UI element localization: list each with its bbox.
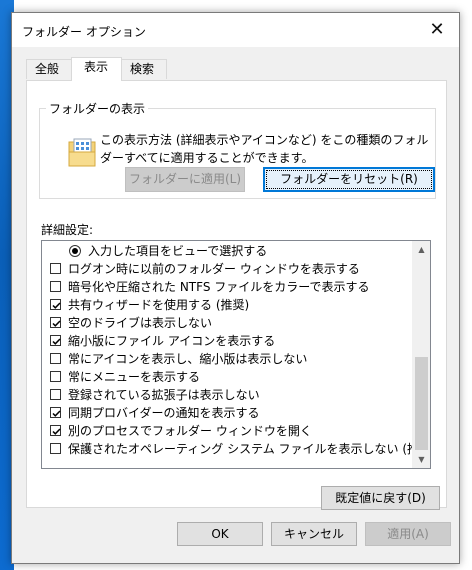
reset-folders-label: フォルダーをリセット(R) [266,170,432,189]
scroll-up-arrow-icon[interactable]: ▲ [413,241,430,258]
option-label: ログオン時に以前のフォルダー ウィンドウを表示する [68,262,360,276]
ok-button[interactable]: OK [177,522,263,546]
checkbox-checked[interactable] [50,335,61,346]
cancel-button[interactable]: キャンセル [271,522,357,546]
option-label: 別のプロセスでフォルダー ウィンドウを開く [68,424,312,438]
folder-views-legend: フォルダーの表示 [46,100,149,117]
option-label: 空のドライブは表示しない [68,316,213,330]
option-label: 常にメニューを表示する [68,370,201,384]
checkmark-icon [52,428,61,435]
option-label: 保護されたオペレーティング システム ファイルを表示しない (推奨) [68,442,431,456]
scrollbar-thumb[interactable] [415,357,428,450]
title-bar: フォルダー オプション ✕ [12,13,459,47]
checkmark-icon [52,302,61,309]
checkbox-unchecked[interactable] [50,443,61,454]
checkbox-checked[interactable] [50,317,61,328]
restore-defaults-button[interactable]: 既定値に戻す(D) [321,486,440,510]
tab-view[interactable]: 表示 [71,57,122,81]
window-title: フォルダー オプション [22,25,146,39]
close-icon[interactable]: ✕ [423,19,451,41]
checkbox-checked[interactable] [50,407,61,418]
option-label: 常にアイコンを表示し、縮小版は表示しない [68,352,308,366]
folder-options-dialog: フォルダー オプション ✕ 全般 表示 検索 フォルダーの表示 この表示方法 (… [11,12,460,564]
checkbox-checked[interactable] [50,299,61,310]
option-label: 登録されている拡張子は表示しない [68,388,260,402]
apply-to-folders-button[interactable]: フォルダーに適用(L) [125,167,245,192]
option-label: 入力した項目をビューで選択する [88,244,268,258]
folder-views-description: この表示方法 (詳細表示やアイコンなど) をこの種類のフォルダーすべてに適用する… [100,133,429,165]
radio-button[interactable] [69,245,81,257]
tab-search[interactable]: 検索 [121,59,167,79]
checkmark-icon [52,410,61,417]
checkbox-unchecked[interactable] [50,353,61,364]
advanced-settings-label: 詳細設定: [41,223,94,237]
checkbox-unchecked[interactable] [50,281,61,292]
checkbox-checked[interactable] [50,425,61,436]
folder-views-group: フォルダーの表示 この表示方法 (詳細表示やアイコンなど) をこの種類のフォルダ… [39,100,436,199]
advanced-settings-list[interactable]: 入力した項目をビューで選択するログオン時に以前のフォルダー ウィンドウを表示する… [41,240,431,469]
checkmark-icon [52,320,61,327]
scroll-down-arrow-icon[interactable]: ▼ [413,451,430,468]
reset-folders-button[interactable]: フォルダーをリセット(R) [263,167,435,192]
option-label: 縮小版にファイル アイコンを表示する [68,334,276,348]
view-tab-panel: フォルダーの表示 この表示方法 (詳細表示やアイコンなど) をこの種類のフォルダ… [26,80,447,510]
checkbox-unchecked[interactable] [50,263,61,274]
option-label: 同期プロバイダーの通知を表示する [68,406,260,420]
vertical-scrollbar[interactable]: ▲ ▼ [412,241,430,468]
apply-button[interactable]: 適用(A) [365,522,451,546]
checkbox-unchecked[interactable] [50,371,61,382]
checkmark-icon [52,338,61,345]
option-label: 共有ウィザードを使用する (推奨) [68,298,250,312]
checkbox-unchecked[interactable] [50,389,61,400]
option-label: 暗号化や圧縮された NTFS ファイルをカラーで表示する [68,280,370,294]
folder-view-icon [68,138,96,167]
tab-general[interactable]: 全般 [26,59,72,79]
radio-selected-dot [72,248,78,254]
